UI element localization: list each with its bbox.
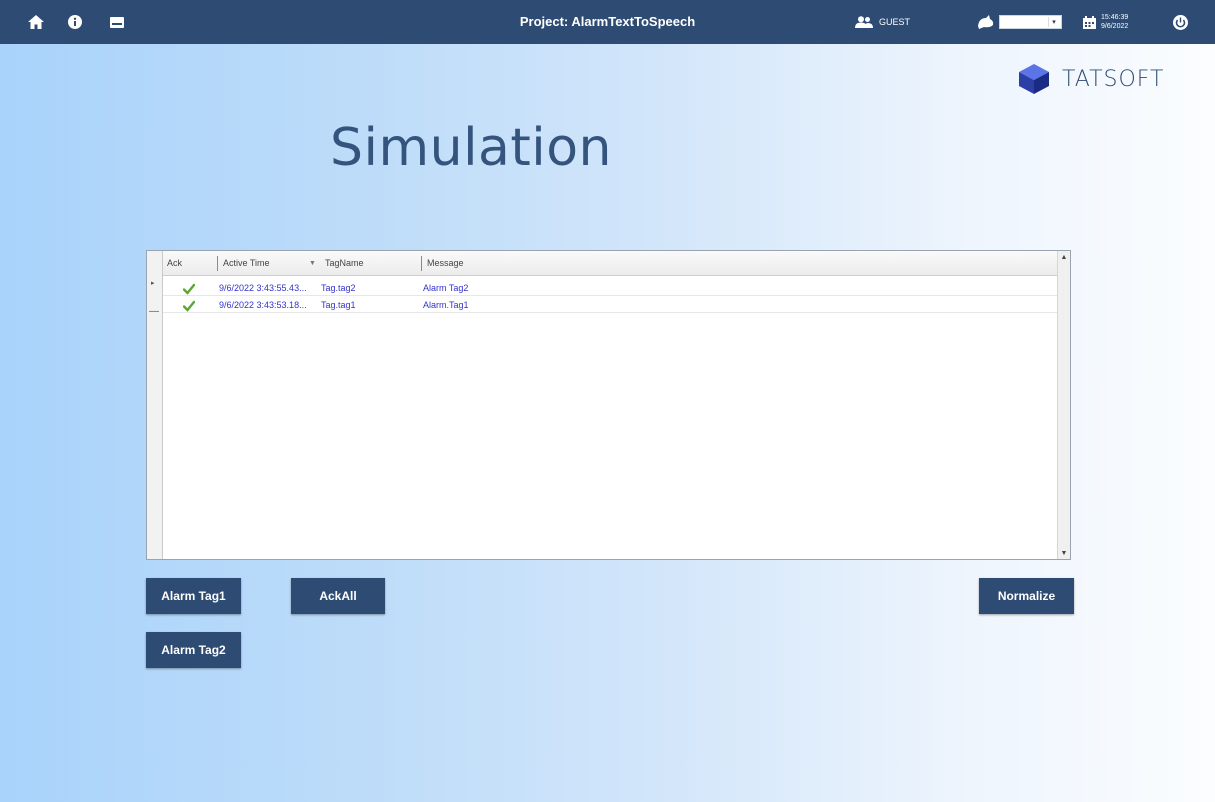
alarm-grid[interactable]: ▸ — Ack Active Time ▼ TagName Message 9/… [146,250,1071,560]
tagname-cell: Tag.tag1 [321,300,356,310]
datetime-text: 15:46:39 9/6/2022 [1101,13,1128,31]
calendar-icon [1083,15,1096,29]
column-header-active-time[interactable]: Active Time [219,251,319,276]
tatsoft-logo: TATSOFT [1016,62,1165,96]
new-row-indicator-icon: — [149,306,159,317]
user-login[interactable]: GUEST [855,0,910,44]
users-icon [855,16,873,28]
cube-logo-icon [1019,64,1049,94]
datetime-display: 15:46:39 9/6/2022 [1083,0,1128,44]
chevron-down-icon: ▾ [1048,17,1059,27]
message-cell: Alarm Tag2 [423,283,469,293]
row-header-gutter: ▸ — [147,251,163,559]
column-header-message[interactable]: Message [423,251,723,276]
table-row[interactable]: 9/6/2022 3:43:53.18... Tag.tag1 Alarm.Ta… [163,297,1059,313]
ack-check-icon [182,282,196,295]
home-icon[interactable] [27,0,45,44]
ack-check-icon [182,299,196,312]
scroll-down-icon[interactable]: ▼ [1058,547,1070,559]
project-title: Project: AlarmTextToSpeech [519,14,696,29]
app-window: Project: AlarmTextToSpeech GUEST ▾ 15:46… [0,0,1215,802]
page-title: Simulation [330,118,612,178]
language-icon [978,15,994,29]
logo-text: TATSOFT [1062,66,1165,92]
alarm-tag2-button[interactable]: Alarm Tag2 [146,632,241,668]
table-row[interactable]: 9/6/2022 3:43:55.43... Tag.tag2 Alarm Ta… [163,280,1059,296]
language-selector: ▾ [977,0,1062,44]
time-text: 15:46:39 [1101,14,1129,21]
power-icon[interactable] [1171,0,1189,44]
sort-descending-icon: ▼ [309,260,316,267]
top-bar: Project: AlarmTextToSpeech GUEST ▾ 15:46… [0,0,1215,44]
date-text: 9/6/2022 [1101,23,1129,30]
current-row-indicator-icon: ▸ [151,280,155,287]
tagname-cell: Tag.tag2 [321,283,356,293]
vertical-scrollbar[interactable]: ▲ ▼ [1057,251,1070,559]
grid-header: Ack Active Time ▼ TagName Message [163,251,1059,276]
active-time-cell: 9/6/2022 3:43:55.43... [219,283,307,293]
active-time-cell: 9/6/2022 3:43:53.18... [219,300,307,310]
message-cell: Alarm.Tag1 [423,300,469,310]
keyboard-icon[interactable] [108,0,126,44]
scroll-up-icon[interactable]: ▲ [1058,251,1070,263]
alarm-tag1-button[interactable]: Alarm Tag1 [146,578,241,614]
column-divider[interactable] [421,256,422,271]
column-header-tagname[interactable]: TagName [321,251,421,276]
column-divider[interactable] [217,256,218,271]
info-icon[interactable] [66,0,84,44]
column-header-ack[interactable]: Ack [163,251,216,276]
user-label: GUEST [879,17,911,27]
normalize-button[interactable]: Normalize [979,578,1074,614]
ack-all-button[interactable]: AckAll [291,578,385,614]
language-dropdown[interactable]: ▾ [999,15,1062,29]
